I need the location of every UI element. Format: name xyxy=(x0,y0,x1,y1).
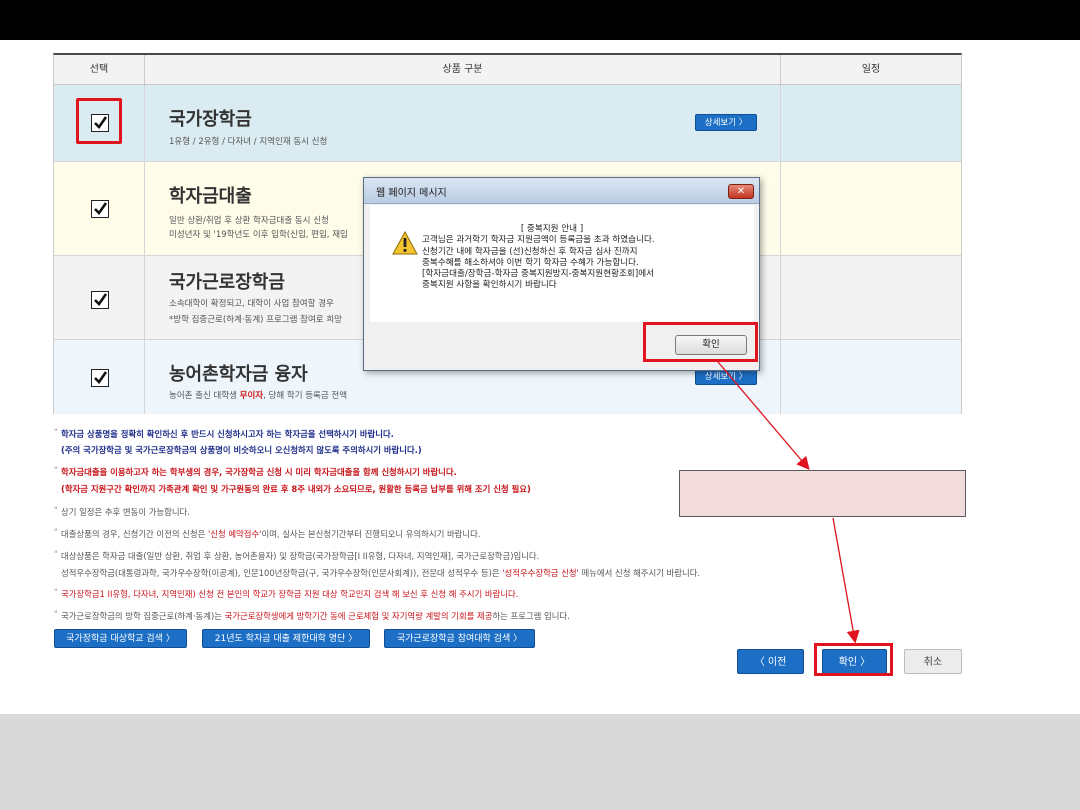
product-desc: 농어촌 출신 대학생 무이자, 당해 학기 등록금 전액 xyxy=(169,389,347,401)
bullet: " xyxy=(54,549,58,559)
product-desc: 1유형 / 2유형 / 다자녀 / 지역인재 동시 신청 xyxy=(169,137,328,147)
notice-text: 학자금대출을 이용하고자 하는 학부생의 경우, 국가장학금 신청 시 미리 학… xyxy=(61,467,457,477)
product-title: 국가근로장학금 xyxy=(169,272,285,293)
restricted-universities-button[interactable]: 21년도 학자금 대출 제한대학 명단 〉 xyxy=(202,629,370,648)
checkbox-rural-loan[interactable] xyxy=(91,369,109,387)
dialog-message: [ 중복지원 안내 ] 고객님은 과거학기 학자금 지원금액이 등록금을 초과 … xyxy=(422,224,752,292)
bullet: " xyxy=(54,587,58,597)
check-icon xyxy=(94,371,108,385)
warning-icon xyxy=(392,231,418,255)
header-schedule: 일정 xyxy=(861,64,881,75)
desc-pre: 농어촌 출신 대학생 xyxy=(169,391,240,401)
dialog-line: 중복지원 사항을 확인하시기 바랍니다 xyxy=(422,280,557,291)
detail-button-national-scholarship[interactable]: 상세보기 〉 xyxy=(695,114,757,131)
bullet: " xyxy=(54,609,58,619)
dialog-ok-highlight xyxy=(643,322,758,362)
dialog-line: 고객님은 과거학기 학자금 지원금액이 등록금을 초과 하였습니다. xyxy=(422,235,655,246)
notice-text-pre: 국가근로장학금의 방학 집중근로(하계·동계)는 xyxy=(61,611,225,621)
notice-text-post: 이며, 실사는 본신청기간부터 진행되오니 유의하시기 바랍니다. xyxy=(261,529,481,539)
notice-text-pre: 성적우수장학금(대통령과학, 국가우수장학(이공계), 인문100년장학금(구,… xyxy=(61,568,503,578)
notice-text: 대출상품의 경우, 신청기간 이전의 신청은 '신청 예약접수'이며, 실사는 … xyxy=(61,528,480,540)
select-cell xyxy=(54,340,145,414)
select-cell xyxy=(54,85,145,161)
notice-text-red: 국가근로장학생에게 방학기간 동에 근로체험 및 자기역량 계발의 기회를 제공 xyxy=(224,611,493,621)
notice-text: 대상상품은 학자금 대출(일반 상환, 취업 후 상환, 농어촌융자) 및 장학… xyxy=(61,551,540,561)
notice-text-red: '신청 예약접수' xyxy=(207,529,262,539)
schedule-cell xyxy=(781,256,961,339)
close-icon[interactable]: ✕ xyxy=(728,184,754,199)
check-icon xyxy=(94,202,108,216)
prev-button[interactable]: 〈 이전 xyxy=(737,649,804,674)
notice-text-post: 하는 프로그램 입니다. xyxy=(492,611,570,621)
table-header: 선택 상품 구분 일정 xyxy=(54,55,961,85)
desc-post: , 당해 학기 등록금 전액 xyxy=(263,391,348,401)
product-desc: 소속대학이 확정되고, 대학이 사업 참여할 경우 xyxy=(169,299,334,309)
dialog-line: [학자금대출/장학금-학자금 중복지원방지-중복지원현황조회]에서 xyxy=(422,269,655,280)
schedule-cell xyxy=(781,162,961,255)
confirm-highlight xyxy=(814,643,893,676)
dialog-line: 신청기간 내에 학자금을 (선)신청하신 후 학자금 심사 진까지 xyxy=(422,246,638,257)
schedule-cell xyxy=(781,85,961,161)
notice-text-pre: 대출상품의 경우, 신청기간 이전의 신청은 xyxy=(61,529,208,539)
checkbox-national-scholarship[interactable] xyxy=(91,114,109,132)
product-title: 농어촌학자금 융자 xyxy=(169,364,308,385)
select-cell xyxy=(54,162,145,255)
dialog-heading: [ 중복지원 안내 ] xyxy=(520,224,584,234)
select-cell xyxy=(54,256,145,339)
notice-text: 국가장학금1 II유형, 다자녀, 지역인재) 신청 전 본인의 학교가 장학금… xyxy=(61,589,519,599)
bullet: " xyxy=(54,465,58,475)
header-product: 상품 구분 xyxy=(145,55,781,85)
dialog-titlebar: 웹 페이지 메시지 ✕ xyxy=(364,178,759,204)
checkbox-work-scholarship[interactable] xyxy=(91,291,109,309)
notice-text: (학자금 지원구간 확인까지 가족관계 확인 및 가구원동의 완료 후 8주 내… xyxy=(61,484,531,494)
check-icon xyxy=(94,116,108,130)
desc-red: 무이자 xyxy=(239,391,264,401)
table-row-national-scholarship: 국가장학금 1유형 / 2유형 / 다자녀 / 지역인재 동시 신청 상세보기 … xyxy=(54,85,961,162)
bottom-gray-area xyxy=(0,714,1080,810)
dialog-title: 웹 페이지 메시지 xyxy=(376,188,447,199)
product-desc-2: 미성년자 및 '19학년도 이후 입학(신입, 편입, 재입 xyxy=(169,230,348,240)
checkbox-student-loan[interactable] xyxy=(91,200,109,218)
notice-text-post: 메뉴에서 신청 해주시기 바랍니다. xyxy=(578,568,701,578)
schedule-cell xyxy=(781,340,961,414)
school-search-button[interactable]: 국가장학금 대상학교 검색 〉 xyxy=(54,629,187,648)
notice-text-red: '성적우수장학금 신청' xyxy=(502,568,579,578)
product-title: 국가장학금 xyxy=(169,109,252,130)
product-title: 학자금대출 xyxy=(169,186,252,207)
product-desc-2: *방학 집중근로(하계·동계) 프로그램 참여로 희망 xyxy=(169,315,342,325)
product-cell: 국가장학금 1유형 / 2유형 / 다자녀 / 지역인재 동시 신청 상세보기 … xyxy=(145,85,781,161)
bullet: " xyxy=(54,427,58,437)
arrow-box-to-confirm xyxy=(832,517,860,644)
header-select: 선택 xyxy=(54,55,145,85)
annotation-box xyxy=(679,470,966,517)
bullet: " xyxy=(54,505,58,515)
dialog-line: 중복수혜를 해소하셔야 이번 학기 학자금 수혜가 가능합니다. xyxy=(422,257,639,268)
product-desc: 일반 상환/취업 후 상환 학자금대출 동시 신청 xyxy=(169,216,329,226)
check-icon xyxy=(94,293,108,307)
work-scholarship-search-button[interactable]: 국가근로장학금 참여대학 검색 〉 xyxy=(384,629,535,648)
bullet: " xyxy=(54,527,58,537)
notice-text: 학자금 상품명을 정확히 확인하신 후 반드시 신청하시고자 하는 학자금을 선… xyxy=(61,429,394,439)
notice-text: (주의 국가장학금 및 국가근로장학금의 상품명이 비슷하오니 오신청하지 않도… xyxy=(61,445,422,455)
notice-text: 성적우수장학금(대통령과학, 국가우수장학(이공계), 인문100년장학금(구,… xyxy=(61,567,700,579)
notice-text: 상기 일정은 추후 변동이 가능합니다. xyxy=(61,507,190,517)
dialog-body: [ 중복지원 안내 ] 고객님은 과거학기 학자금 지원금액이 등록금을 초과 … xyxy=(370,205,754,322)
top-black-bar xyxy=(0,0,1080,40)
cancel-button[interactable]: 취소 xyxy=(904,649,962,674)
notice-text: 국가근로장학금의 방학 집중근로(하계·동계)는 국가근로장학생에게 방학기간 … xyxy=(61,610,570,622)
